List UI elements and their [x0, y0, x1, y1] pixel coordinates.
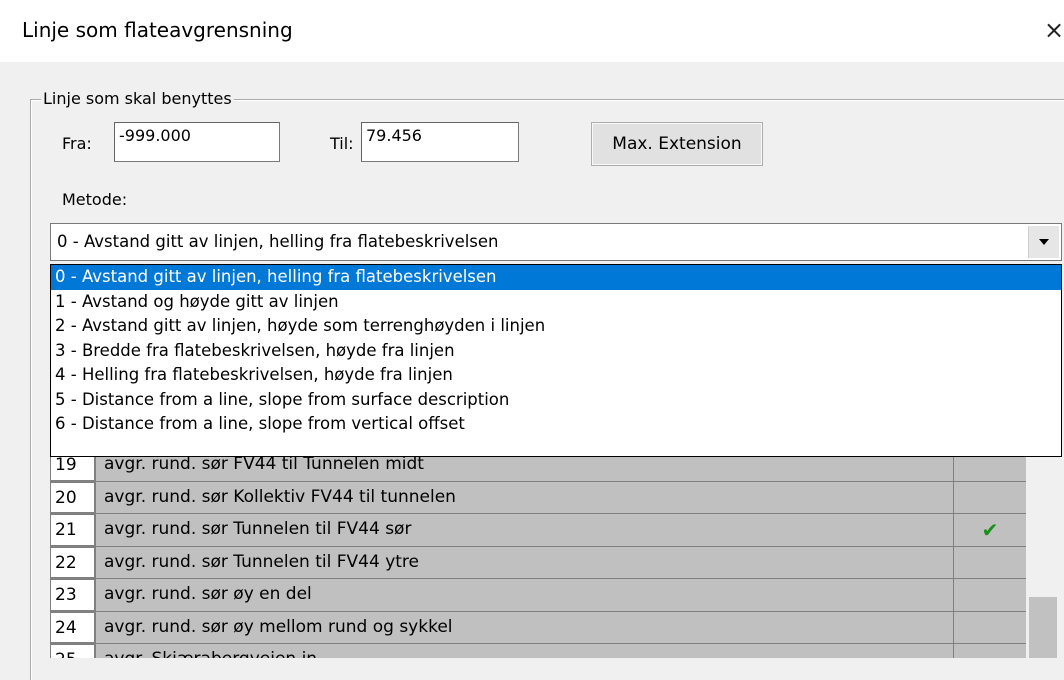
- metode-option-5[interactable]: 5 - Distance from a line, slope from sur…: [51, 388, 1061, 413]
- row-number: 22: [50, 546, 96, 578]
- window-title: Linje som flateavgrensning: [22, 18, 293, 42]
- metode-option-0[interactable]: 0 - Avstand gitt av linjen, helling fra …: [51, 265, 1061, 290]
- title-bar: Linje som flateavgrensning ×: [0, 0, 1064, 62]
- row-description: avgr. rund. sør Kollektiv FV44 til tunne…: [96, 481, 954, 513]
- til-label: Til:: [330, 134, 354, 153]
- row-check-cell[interactable]: [954, 644, 1026, 658]
- row-description: avgr. rund. sør øy en del: [96, 579, 954, 611]
- scrollbar-thumb[interactable]: [1029, 597, 1057, 658]
- metode-dropdown-list[interactable]: 0 - Avstand gitt av linjen, helling fra …: [50, 264, 1062, 457]
- row-check-cell[interactable]: [954, 455, 1026, 481]
- dropdown-arrow-button[interactable]: [1028, 226, 1059, 258]
- checkmark-icon: ✔: [981, 517, 999, 542]
- row-description: avgr. Skjærabergveien in: [96, 644, 954, 658]
- chevron-down-icon: [1039, 239, 1049, 245]
- table-row[interactable]: 22 avgr. rund. sør Tunnelen til FV44 ytr…: [50, 546, 1026, 579]
- row-check-cell[interactable]: [954, 612, 1026, 644]
- metode-option-4[interactable]: 4 - Helling fra flatebeskrivelsen, høyde…: [51, 363, 1061, 388]
- row-number: 19: [50, 455, 96, 481]
- row-description: avgr. rund. sør Tunnelen til FV44 ytre: [96, 546, 954, 578]
- table-scrollbar[interactable]: [1026, 455, 1064, 658]
- metode-option-6[interactable]: 6 - Distance from a line, slope from ver…: [51, 412, 1061, 437]
- metode-option-3[interactable]: 3 - Bredde fra flatebeskrivelsen, høyde …: [51, 339, 1061, 364]
- fra-label: Fra:: [62, 134, 92, 153]
- row-number: 21: [50, 514, 96, 546]
- table-row[interactable]: 21 avgr. rund. sør Tunnelen til FV44 sør…: [50, 514, 1026, 547]
- row-description: avgr. rund. sør FV44 til Tunnelen midt: [96, 455, 954, 481]
- line-table: 19 avgr. rund. sør FV44 til Tunnelen mid…: [50, 455, 1026, 658]
- table-row[interactable]: 23 avgr. rund. sør øy en del: [50, 579, 1026, 612]
- row-number: 20: [50, 481, 96, 513]
- row-description: avgr. rund. sør Tunnelen til FV44 sør: [96, 514, 954, 546]
- metode-combobox[interactable]: 0 - Avstand gitt av linjen, helling fra …: [50, 223, 1062, 261]
- row-check-cell[interactable]: ✔: [954, 514, 1026, 546]
- table-row[interactable]: 24 avgr. rund. sør øy mellom rund og syk…: [50, 611, 1026, 644]
- metode-option-2[interactable]: 2 - Avstand gitt av linjen, høyde som te…: [51, 314, 1061, 339]
- row-check-cell[interactable]: [954, 482, 1026, 514]
- til-input[interactable]: 79.456: [361, 122, 519, 162]
- metode-selected-value: 0 - Avstand gitt av linjen, helling fra …: [57, 232, 499, 251]
- fra-input[interactable]: -999.000: [114, 122, 280, 162]
- close-button[interactable]: ×: [1044, 12, 1064, 48]
- table-row[interactable]: 25 avgr. Skjærabergveien in: [50, 644, 1026, 658]
- metode-label: Metode:: [62, 190, 128, 209]
- row-check-cell[interactable]: [954, 579, 1026, 611]
- row-check-cell[interactable]: [954, 547, 1026, 579]
- table-row[interactable]: 19 avgr. rund. sør FV44 til Tunnelen mid…: [50, 455, 1026, 482]
- row-description: avgr. rund. sør øy mellom rund og sykkel: [96, 611, 954, 643]
- groupbox-legend: Linje som skal benyttes: [41, 89, 234, 109]
- table-row[interactable]: 20 avgr. rund. sør Kollektiv FV44 til tu…: [50, 481, 1026, 514]
- row-number: 25: [50, 644, 96, 658]
- row-number: 24: [50, 611, 96, 643]
- max-extension-button[interactable]: Max. Extension: [591, 122, 763, 166]
- metode-option-1[interactable]: 1 - Avstand og høyde gitt av linjen: [51, 290, 1061, 315]
- row-number: 23: [50, 579, 96, 611]
